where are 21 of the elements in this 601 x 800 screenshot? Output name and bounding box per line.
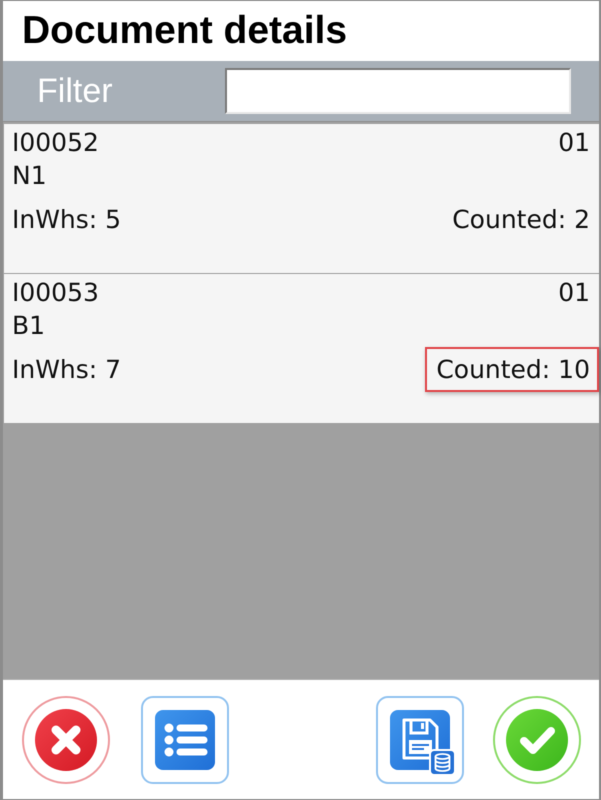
list-item[interactable]: I00053 01 B1 InWhs: 7 Counted: 10	[4, 274, 599, 423]
filter-field[interactable]	[225, 68, 571, 114]
save-icon	[390, 710, 456, 776]
check-icon	[506, 708, 568, 770]
list-button[interactable]	[141, 696, 229, 784]
item-code: I00053	[12, 277, 99, 309]
list-icon	[155, 710, 215, 770]
save-button[interactable]	[376, 696, 464, 784]
item-value: 01	[558, 277, 590, 309]
in-warehouse-label: InWhs: 7	[12, 354, 122, 386]
in-warehouse-label: InWhs: 5	[12, 204, 122, 236]
list-item[interactable]: I00052 01 N1 InWhs: 5 Counted: 2	[4, 124, 599, 273]
item-code: I00052	[12, 127, 99, 159]
item-value: 01	[558, 127, 590, 159]
filter-label: Filter	[37, 72, 114, 110]
close-icon	[35, 708, 97, 770]
counted-label: Counted: 2	[451, 204, 591, 236]
item-subtitle: N1	[12, 160, 47, 192]
window-title: Document details	[22, 9, 348, 53]
item-subtitle: B1	[12, 310, 46, 342]
counted-label: Counted: 10	[425, 347, 599, 392]
